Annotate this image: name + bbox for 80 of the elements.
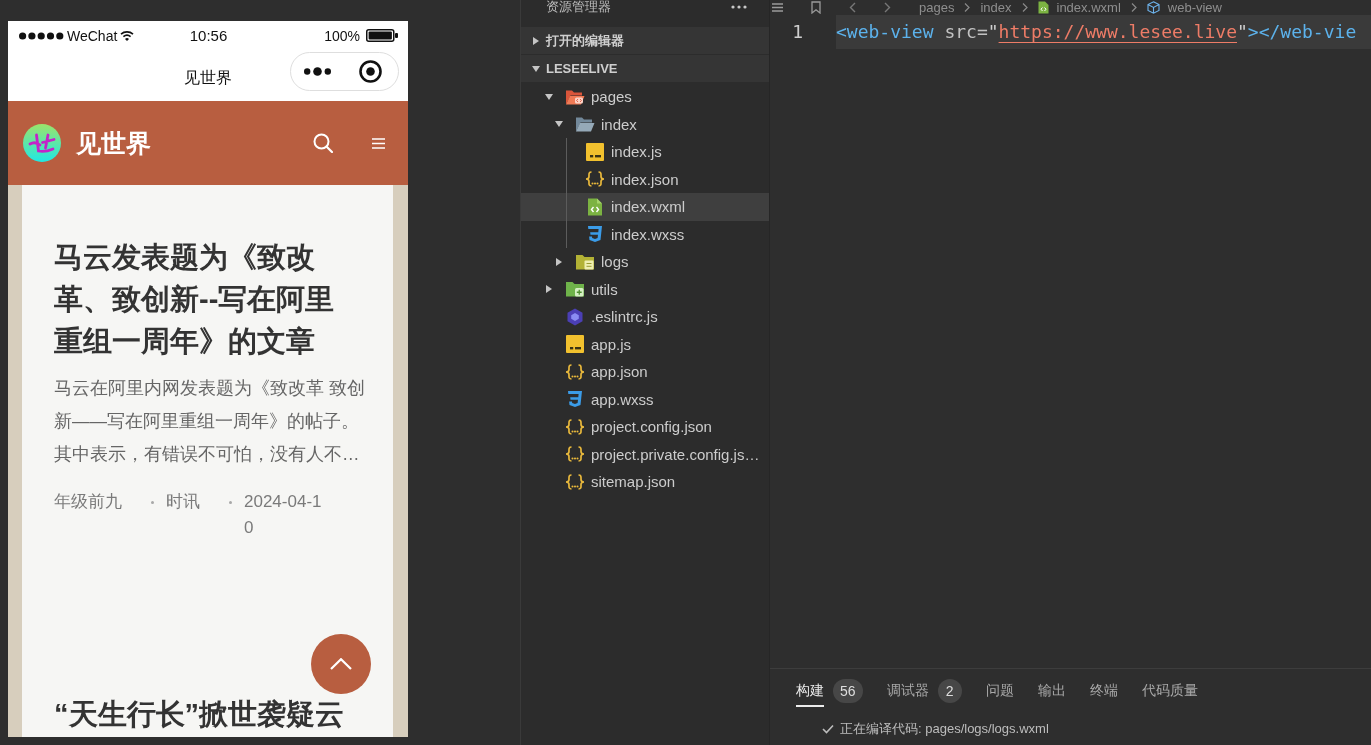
chevron-left-icon[interactable] xyxy=(849,2,856,13)
section-header[interactable]: 打开的编辑器 xyxy=(521,27,769,54)
style-file-icon xyxy=(586,225,604,244)
list-icon[interactable] xyxy=(772,3,783,12)
tree-item[interactable]: index.wxss xyxy=(521,220,769,248)
separator-chevron-icon xyxy=(1130,3,1137,12)
line-number: 1 xyxy=(791,20,804,44)
menu-icon[interactable] xyxy=(372,137,385,149)
script-file-icon xyxy=(586,142,604,161)
tree-item[interactable]: .eslintrc.js xyxy=(521,303,769,331)
tree-item[interactable]: utils xyxy=(521,275,769,303)
tree-item[interactable]: logs xyxy=(521,248,769,276)
chevron-up-icon xyxy=(330,658,352,670)
carrier-label: WeChat xyxy=(67,27,118,44)
panel-tab[interactable]: 代码质量 xyxy=(1141,675,1198,707)
braces-icon xyxy=(565,363,585,380)
category-label: 时讯 xyxy=(166,491,201,513)
tree-item[interactable]: sitemap.json xyxy=(521,468,769,496)
count-badge: 2 xyxy=(937,679,962,703)
more-icon[interactable] xyxy=(304,67,331,76)
article-title: “天生行长”掀世袭疑云 xyxy=(54,697,345,732)
folder-icon xyxy=(575,253,595,270)
braces-icon xyxy=(585,171,605,188)
tree-item[interactable]: index xyxy=(521,110,769,138)
output-text: 正在编译代码: pages/logs/logs.wxml xyxy=(840,720,1049,738)
circle-dot-icon[interactable] xyxy=(359,60,382,83)
breadcrumb-item[interactable]: index.wxml xyxy=(1037,0,1121,15)
panel-title: 资源管理器 xyxy=(546,0,611,14)
folder-icon xyxy=(565,281,585,298)
braces-icon xyxy=(565,418,585,435)
breadcrumb-item[interactable]: pages xyxy=(919,0,955,15)
date-label: 2024-04-10 xyxy=(244,491,323,539)
search-icon[interactable] xyxy=(313,133,333,153)
tree-item[interactable]: app.js xyxy=(521,330,769,358)
tree-item[interactable]: pages xyxy=(521,83,769,111)
section-header[interactable]: LESEELIVE xyxy=(521,55,769,82)
code-file-icon xyxy=(1037,1,1049,14)
battery-icon xyxy=(366,29,398,42)
tree-item[interactable]: index.json xyxy=(521,165,769,193)
panel-tab[interactable]: 调试器 2 xyxy=(886,675,962,707)
tree-item[interactable]: app.json xyxy=(521,358,769,386)
separator-chevron-icon xyxy=(964,3,971,12)
tree-item[interactable]: project.config.json xyxy=(521,413,769,441)
folder-icon xyxy=(565,88,585,105)
panel-tab[interactable]: 输出 xyxy=(1037,675,1066,707)
separator-dot-icon xyxy=(151,501,154,504)
breadcrumb-item[interactable]: web-view xyxy=(1146,0,1222,15)
tree-item[interactable]: app.wxss xyxy=(521,385,769,413)
code-file-icon xyxy=(587,197,603,216)
article-title: 马云发表题为《致改革、致创新--写在阿里重组一周年》的文章 xyxy=(54,240,336,359)
panel-tab[interactable]: 问题 xyxy=(985,675,1014,707)
wifi-icon xyxy=(120,30,135,41)
tree-item[interactable]: index.wxml xyxy=(521,193,769,221)
app-title: 见世界 xyxy=(76,127,151,159)
separator-dot-icon xyxy=(229,501,232,504)
hexagon-icon xyxy=(566,307,584,326)
chevron-right-icon[interactable] xyxy=(884,2,891,13)
page-title: 见世界 xyxy=(184,68,232,88)
separator-chevron-icon xyxy=(1021,3,1028,12)
cube-icon xyxy=(1146,1,1160,14)
braces-icon xyxy=(565,446,585,463)
article-summary: 马云在阿里内网发表题为《致改革 致创新——写在阿里重组一周年》的帖子。其中表示，有错误不可怕，没有人不… xyxy=(54,377,366,466)
battery-percent: 100% xyxy=(324,27,360,44)
author-label: 年级前九 xyxy=(54,491,123,513)
panel-tab[interactable]: 终端 xyxy=(1089,675,1118,707)
logo-icon xyxy=(23,124,61,162)
count-badge: 56 xyxy=(833,679,863,703)
clock-time: 10:56 xyxy=(189,27,228,44)
check-icon xyxy=(822,724,834,734)
panel-tab[interactable]: 构建 56 xyxy=(796,675,863,707)
braces-icon xyxy=(565,473,585,490)
folder-icon xyxy=(575,116,595,133)
bookmark-icon[interactable] xyxy=(811,1,821,14)
breadcrumb-item[interactable]: index xyxy=(980,0,1012,15)
signal-dots-icon xyxy=(19,31,64,40)
script-file-icon xyxy=(566,335,584,354)
tree-item[interactable]: index.js xyxy=(521,138,769,166)
tree-item[interactable]: project.private.config.js… xyxy=(521,440,769,468)
style-file-icon xyxy=(566,390,584,409)
more-icon[interactable] xyxy=(731,5,747,9)
